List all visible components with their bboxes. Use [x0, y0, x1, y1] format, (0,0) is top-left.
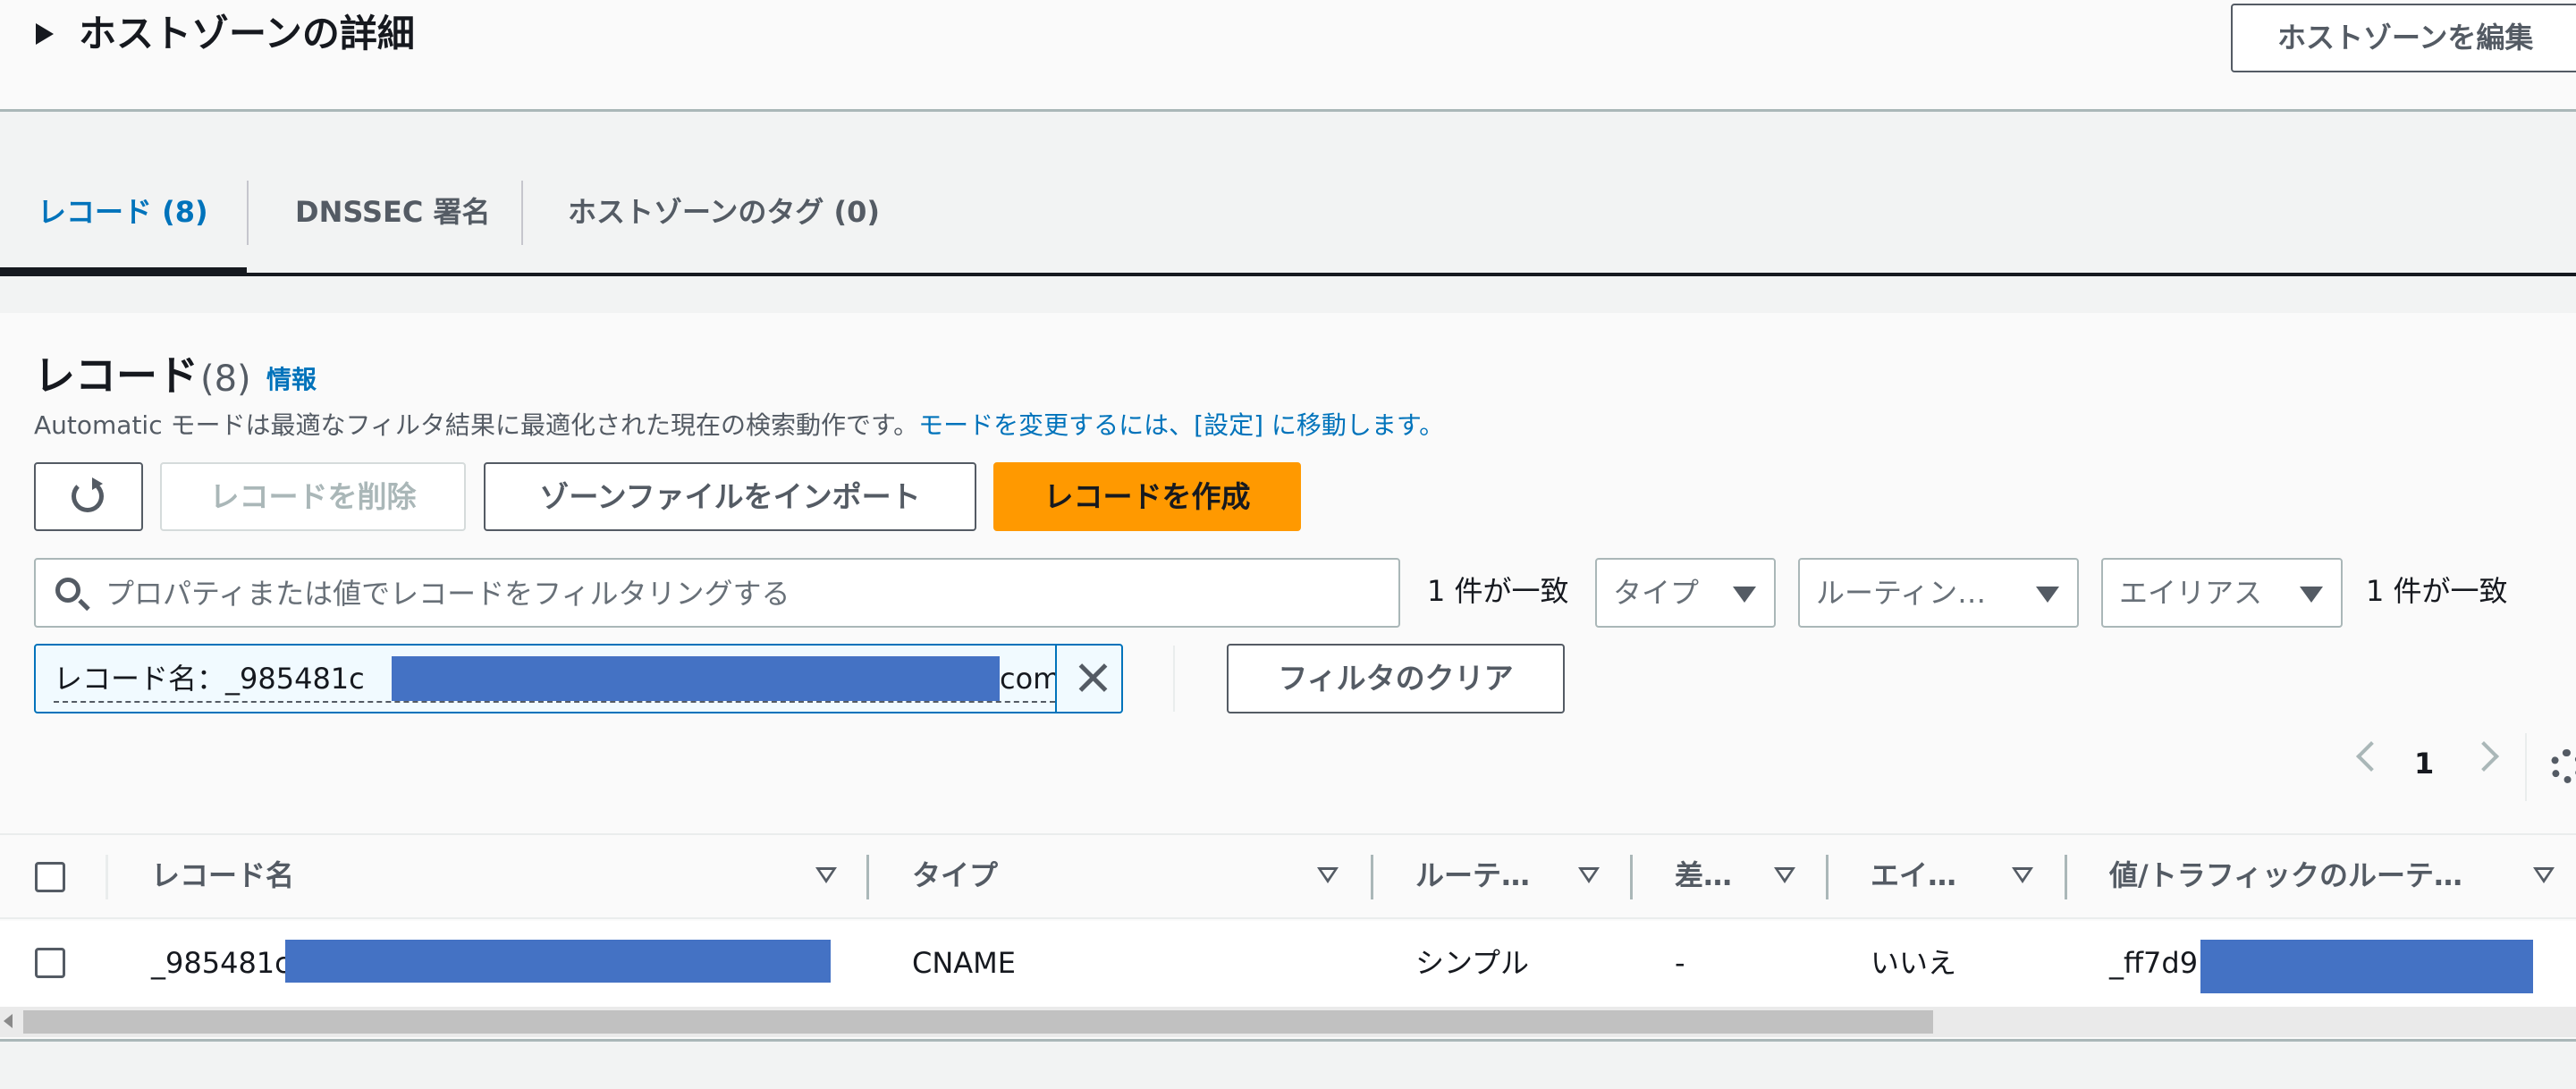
column-resizer[interactable]: [2065, 855, 2067, 899]
hosted-zone-details-title[interactable]: ホストゾーンの詳細: [79, 5, 415, 63]
routing-filter-label: ルーティン…: [1816, 576, 1987, 610]
refresh-button[interactable]: [34, 462, 143, 531]
token-divider: [1055, 646, 1057, 712]
value-cell: _ff7d9: [2109, 946, 2199, 980]
tab-separator: [247, 181, 249, 245]
type-filter-dropdown[interactable]: タイプ: [1595, 558, 1776, 628]
sort-icon[interactable]: [2533, 867, 2555, 883]
redacted-block: [285, 940, 831, 983]
token-label: レコード名：_985481c com: [54, 656, 1055, 703]
header-divider: [0, 109, 2576, 112]
delete-record-button[interactable]: レコードを削除: [160, 462, 466, 531]
records-heading: レコード: [34, 351, 198, 400]
tab-dnssec-signing[interactable]: DNSSEC 署名: [295, 179, 491, 245]
caret-down-icon: [2036, 587, 2059, 603]
scrollbar-thumb[interactable]: [23, 1010, 1933, 1034]
edit-hosted-zone-button[interactable]: ホストゾーンを編集: [2231, 4, 2576, 72]
column-separator: [106, 855, 108, 899]
redacted-block: [2200, 940, 2533, 993]
record-filter-search[interactable]: [34, 558, 1400, 628]
record-name-cell[interactable]: _985481c: [151, 941, 291, 985]
column-header-value[interactable]: 値/トラフィックのルーテ…: [2109, 853, 2462, 898]
tab-separator: [521, 181, 523, 245]
record-name-filter-token[interactable]: レコード名：_985481c com: [34, 644, 1123, 713]
sort-icon[interactable]: [815, 867, 837, 883]
tab-hosted-zone-tags[interactable]: ホストゾーンのタグ (0): [568, 179, 880, 245]
routing-cell: シンプル: [1415, 946, 1530, 980]
search-input[interactable]: [104, 560, 1377, 628]
select-all-checkbox[interactable]: [35, 862, 65, 892]
expand-caret-icon[interactable]: [36, 23, 54, 45]
column-resizer[interactable]: [1630, 855, 1633, 899]
import-zone-file-button[interactable]: ゾーンファイルをインポート: [484, 462, 976, 531]
column-header-routing[interactable]: ルーテ…: [1415, 853, 1530, 898]
caret-down-icon: [1733, 587, 1756, 603]
alias-filter-label: エイリアス: [2119, 576, 2263, 610]
search-icon: [55, 578, 80, 603]
sort-icon[interactable]: [2012, 867, 2033, 883]
alias-cell: いいえ: [1871, 946, 1957, 980]
redacted-block: [392, 656, 1000, 701]
column-resizer[interactable]: [866, 855, 869, 899]
caret-down-icon: [2300, 587, 2323, 603]
create-record-button[interactable]: レコードを作成: [993, 462, 1301, 531]
row-checkbox[interactable]: [35, 948, 65, 978]
column-resizer[interactable]: [1826, 855, 1829, 899]
match-count-secondary: 1 件が一致: [2366, 574, 2508, 608]
search-mode-description: Automatic モードは最適なフィルタ結果に最適化された現在の検索動作です。…: [34, 406, 1444, 445]
column-resizer[interactable]: [1371, 855, 1373, 899]
records-count: (8): [200, 359, 251, 400]
routing-filter-dropdown[interactable]: ルーティン…: [1798, 558, 2079, 628]
differentiator-cell: -: [1675, 946, 1685, 980]
active-tab-indicator: [0, 267, 247, 274]
type-cell: CNAME: [912, 946, 1016, 980]
info-link[interactable]: 情報: [266, 362, 317, 398]
refresh-icon: [72, 477, 104, 512]
sort-icon[interactable]: [1578, 867, 1600, 883]
current-page-number[interactable]: 1: [2414, 742, 2434, 785]
sort-icon[interactable]: [1774, 867, 1795, 883]
remove-token-icon[interactable]: [1075, 660, 1111, 696]
clear-filters-button[interactable]: フィルタのクリア: [1227, 644, 1565, 713]
tabs-underline: [0, 273, 2576, 276]
column-header-alias[interactable]: エイ…: [1871, 853, 1956, 898]
column-header-type[interactable]: タイプ: [912, 853, 998, 898]
search-mode-text: Automatic モードは最適なフィルタ結果に最適化された現在の検索動作です。: [34, 410, 919, 440]
sort-icon[interactable]: [1317, 867, 1339, 883]
column-header-differentiator[interactable]: 差…: [1675, 853, 1732, 898]
tab-records[interactable]: レコード (8): [38, 179, 208, 245]
column-header-record-name[interactable]: レコード名: [151, 853, 294, 898]
filter-separator: [1173, 646, 1175, 712]
type-filter-label: タイプ: [1613, 576, 1700, 610]
pagination-separator: [2525, 733, 2527, 801]
settings-link[interactable]: モードを変更するには、[設定] に移動します。: [918, 410, 1444, 440]
token-prefix: レコード名：_985481c: [54, 662, 365, 696]
alias-filter-dropdown[interactable]: エイリアス: [2101, 558, 2343, 628]
page-footer-area: [0, 1042, 2576, 1089]
token-suffix: com: [1000, 662, 1055, 696]
scroll-left-arrow-icon[interactable]: [4, 1014, 13, 1028]
match-count: 1 件が一致: [1427, 574, 1569, 608]
